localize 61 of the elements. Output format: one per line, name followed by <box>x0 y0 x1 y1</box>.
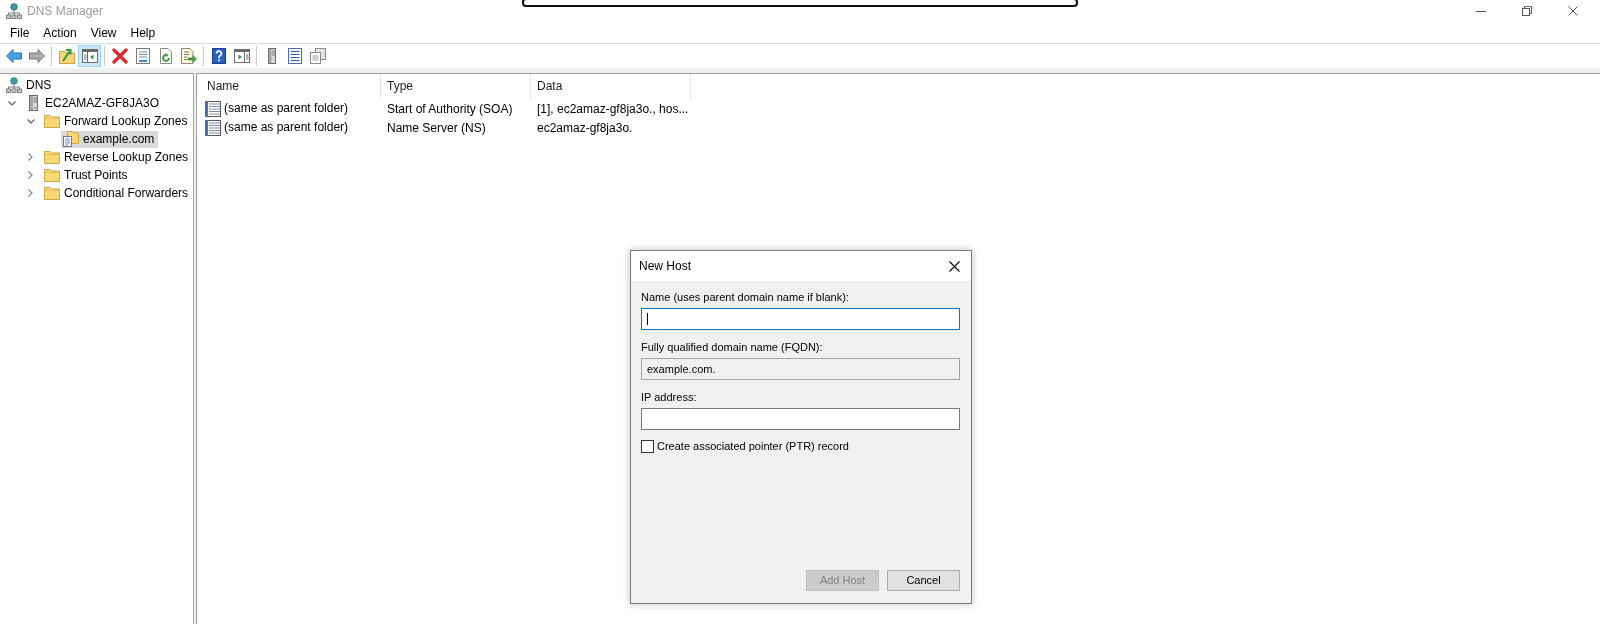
table-cell-text: ec2amaz-gf8ja3o. <box>537 119 633 137</box>
text-cursor <box>647 313 648 325</box>
record-icon <box>205 119 221 136</box>
folder-document-icon <box>63 131 79 147</box>
tree-item[interactable]: EC2AMAZ-GF8JA3O <box>23 94 164 112</box>
menu-item[interactable]: File <box>3 24 37 41</box>
window-title: DNS Manager <box>27 3 104 19</box>
folder-icon <box>44 186 60 200</box>
chevron-right-icon[interactable] <box>28 189 33 197</box>
menu-item[interactable]: View <box>83 24 124 41</box>
server-icon <box>28 95 38 111</box>
close-icon <box>948 260 960 272</box>
checkbox-label: Create associated pointer (PTR) record <box>657 439 849 454</box>
arrow-right-icon <box>28 48 45 64</box>
restore-icon <box>1522 6 1532 16</box>
readonly-field[interactable]: example.com. <box>641 358 960 380</box>
tree-item[interactable]: Trust Points <box>42 166 132 184</box>
refresh-icon <box>157 48 174 64</box>
chevron-right-icon[interactable] <box>28 153 33 161</box>
input-field[interactable] <box>641 408 960 430</box>
minimize-icon <box>1476 10 1486 12</box>
tree-item[interactable]: Reverse Lookup Zones <box>42 148 193 166</box>
tree-item[interactable]: Conditional Forwarders <box>42 184 193 202</box>
field-label: Fully qualified domain name (FQDN): <box>641 340 823 355</box>
record-icon <box>205 100 221 117</box>
tree-item[interactable]: example.com <box>61 130 159 148</box>
table-cell-text: Name Server (NS) <box>387 119 486 137</box>
close-icon <box>1568 6 1578 16</box>
folder-icon <box>44 168 60 182</box>
record-name[interactable]: (same as parent folder) <box>223 120 350 135</box>
record-name[interactable]: (same as parent folder) <box>223 101 350 116</box>
delete-icon <box>111 48 128 64</box>
menu-item[interactable]: Help <box>123 24 163 41</box>
tree-item[interactable]: Forward Lookup Zones <box>42 112 192 130</box>
document-arrow-icon <box>180 48 197 64</box>
folder-icon <box>44 114 60 128</box>
window-pane-icon <box>81 48 98 64</box>
pages-icon <box>309 48 326 64</box>
table-cell-text: [1], ec2amaz-gf8ja3o., hos... <box>537 100 689 118</box>
table-cell-text: Start of Authority (SOA) <box>387 100 513 118</box>
cancel-button[interactable]: Cancel <box>887 570 960 591</box>
folder-arrow-icon <box>58 48 75 64</box>
lined-page-icon <box>286 48 303 64</box>
help-icon <box>210 48 227 64</box>
chevron-down-icon[interactable] <box>26 118 35 124</box>
sheet-icon <box>134 48 151 64</box>
menu-item[interactable]: Action <box>36 24 84 41</box>
chevron-down-icon[interactable] <box>7 100 16 106</box>
dialog-title: New Host <box>639 258 691 274</box>
console-tree-button[interactable] <box>78 45 101 67</box>
checkbox[interactable] <box>641 440 654 453</box>
folder-icon <box>44 150 60 164</box>
arrow-left-icon <box>5 48 22 64</box>
field-label: IP address: <box>641 390 697 405</box>
chevron-right-icon[interactable] <box>28 171 33 179</box>
network-icon <box>6 77 22 93</box>
field-label: Name (uses parent domain name if blank): <box>641 290 849 305</box>
window-pane-icon <box>233 48 250 64</box>
input-field[interactable] <box>641 308 960 330</box>
network-icon <box>6 3 22 19</box>
tree-item[interactable]: DNS <box>4 76 56 94</box>
